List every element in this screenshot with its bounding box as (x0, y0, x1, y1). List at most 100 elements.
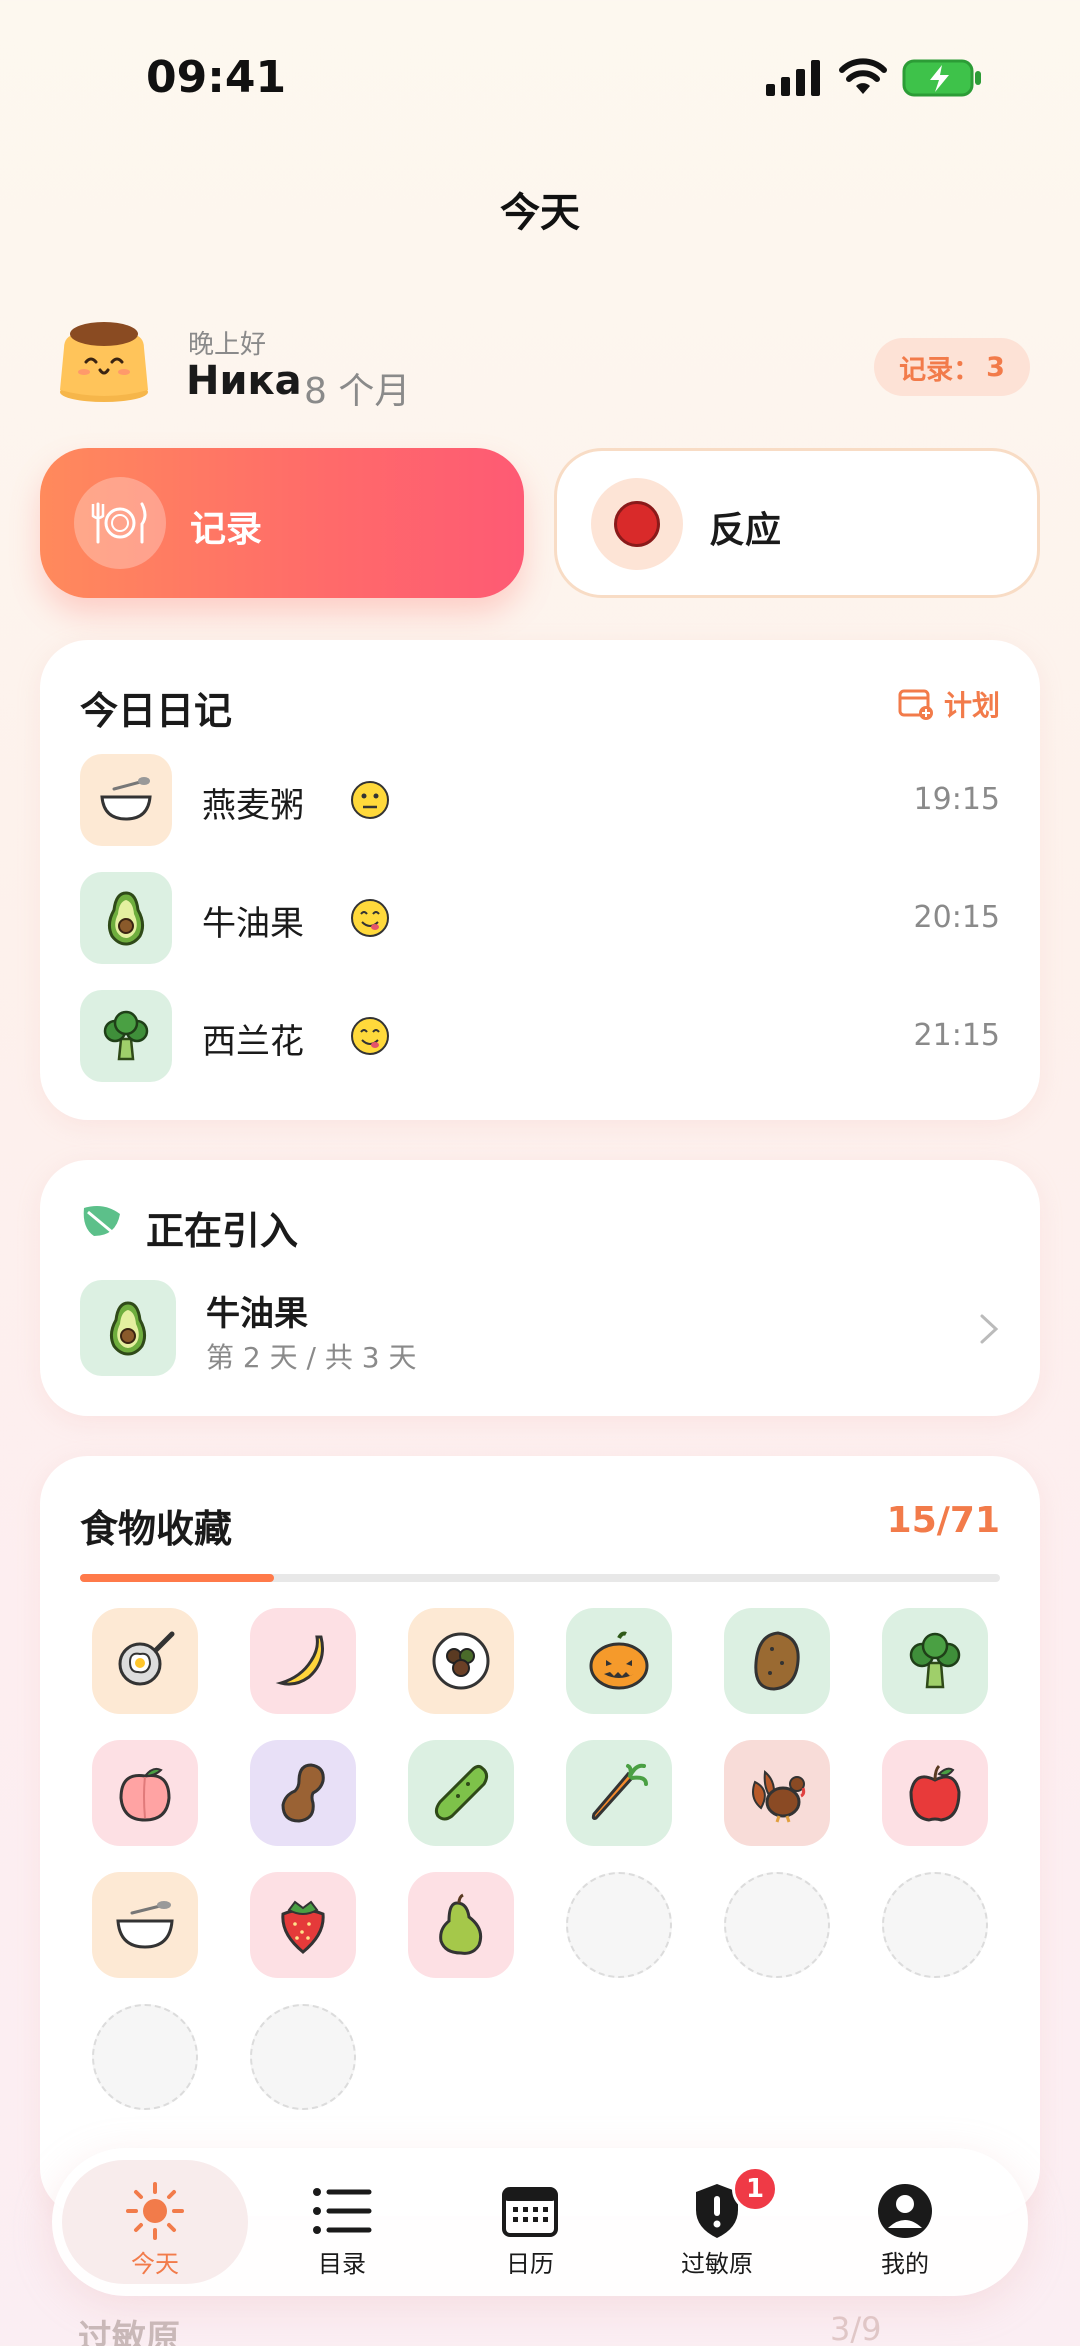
broccoli-icon (909, 1632, 961, 1689)
allergen-section-count: 3/9 (830, 2310, 882, 2346)
collection-title: 食物收藏 (80, 1507, 233, 1551)
collected-food-fried-egg-icon[interactable] (92, 1608, 198, 1714)
calendar-icon (499, 2180, 561, 2242)
introducing-title: 正在引入 (146, 1209, 299, 1253)
tab-allergens[interactable]: 1 过敏原 (624, 2160, 810, 2284)
leaf-icon (83, 1206, 120, 1236)
potato-icon (754, 1631, 800, 1691)
chevron-right-icon (980, 1314, 999, 1344)
tab-profile-label: 我的 (881, 2250, 929, 2278)
pear-icon (439, 1893, 483, 1955)
tab-today-label: 今天 (131, 2250, 179, 2278)
avocado-icon (80, 872, 172, 964)
collected-food-pear-icon[interactable] (408, 1872, 514, 1978)
collected-food-pumpkin-icon[interactable] (566, 1608, 672, 1714)
allergen-badge: 1 (732, 2166, 778, 2212)
carrot-icon (591, 1763, 648, 1820)
reaction-dot-icon (591, 478, 683, 570)
porridge-bowl-icon (80, 754, 172, 846)
diary-entry-name: 牛油果 (202, 904, 304, 944)
diary-entry-name: 西兰花 (202, 1022, 304, 1062)
collected-food-turkey-icon[interactable] (724, 1740, 830, 1846)
cellular-signal-icon (766, 60, 820, 96)
collected-food-strawberry-icon[interactable] (250, 1872, 356, 1978)
collected-food-cucumber-icon[interactable] (408, 1740, 514, 1846)
wifi-icon (839, 58, 887, 94)
diary-title: 今日日记 (80, 689, 233, 733)
diary-entry[interactable]: 西兰花 21:15 (80, 990, 1000, 1082)
sun-icon (124, 2180, 186, 2242)
tab-catalog[interactable]: 目录 (249, 2160, 435, 2284)
diary-entry-name: 燕麦粥 (202, 786, 304, 826)
collected-food-porridge-bowl-icon[interactable] (92, 1872, 198, 1978)
collected-food-apple-icon[interactable] (882, 1740, 988, 1846)
pudding-avatar-icon (60, 322, 148, 402)
peanut-icon (281, 1763, 325, 1823)
broccoli-icon (80, 990, 172, 1082)
plan-link[interactable]: 计划 (898, 684, 1000, 724)
food-collection-card: 食物收藏 15/71 (40, 1456, 1040, 2216)
baby-age: 8 个月 (304, 371, 411, 412)
records-label: 记录： (899, 354, 981, 386)
yummy-face-icon (351, 899, 389, 937)
list-icon (311, 2180, 373, 2242)
records-count: 3 (986, 351, 1005, 383)
tab-today[interactable]: 今天 (62, 2160, 248, 2284)
baby-name: Ника (186, 358, 302, 404)
introducing-card[interactable]: 正在引入 牛油果 第 2 天 / 共 3 天 (40, 1160, 1040, 1416)
collected-food-carrot-icon[interactable] (566, 1740, 672, 1846)
battery-icon (902, 59, 981, 97)
diary-entry[interactable]: 牛油果 20:15 (80, 872, 1000, 964)
diary-card: 今日日记 计划 燕麦粥 19:15 牛油果 20:15 西兰花 21:15 (40, 640, 1040, 1120)
status-bar: 09:41 (0, 0, 1080, 150)
collected-food-potato-icon[interactable] (724, 1608, 830, 1714)
greeting-salutation: 晚上好 (188, 330, 267, 360)
status-time: 09:41 (146, 52, 287, 103)
tab-calendar-label: 日历 (506, 2250, 554, 2278)
porridge-bowl-icon (116, 1901, 174, 1949)
tab-calendar[interactable]: 日历 (437, 2160, 623, 2284)
turkey-icon (752, 1770, 806, 1823)
empty-food-slot (92, 2004, 198, 2110)
reaction-button[interactable]: 反应 (554, 448, 1040, 598)
tab-profile[interactable]: 我的 (812, 2160, 998, 2284)
pumpkin-icon (589, 1631, 649, 1690)
collection-progress-bar (80, 1574, 1000, 1582)
collected-food-beans-plate-icon[interactable] (408, 1608, 514, 1714)
collection-progress-fill (80, 1574, 275, 1582)
peach-icon (119, 1767, 171, 1822)
tab-catalog-label: 目录 (318, 2250, 366, 2278)
strawberry-icon (281, 1900, 325, 1954)
cucumber-icon (434, 1764, 489, 1821)
collected-food-banana-icon[interactable] (250, 1608, 356, 1714)
yummy-face-icon (351, 1017, 389, 1055)
collected-food-broccoli-icon[interactable] (882, 1608, 988, 1714)
apple-icon (909, 1764, 961, 1822)
record-button-label: 记录 (190, 509, 263, 550)
empty-food-slot (250, 2004, 356, 2110)
collected-food-peach-icon[interactable] (92, 1740, 198, 1846)
empty-food-slot (882, 1872, 988, 1978)
introducing-progress: 第 2 天 / 共 3 天 (206, 1341, 417, 1374)
fried-egg-icon (118, 1631, 175, 1686)
profile-icon (874, 2180, 936, 2242)
allergen-section-title: 过敏原 (78, 2318, 180, 2346)
empty-food-slot (566, 1872, 672, 1978)
plate-cutlery-icon (74, 477, 166, 569)
page-title: 今天 (500, 190, 580, 236)
introducing-food-name: 牛油果 (206, 1294, 308, 1334)
banana-icon (275, 1635, 324, 1686)
collection-count: 15/71 (886, 1500, 1000, 1541)
diary-entry-time: 20:15 (913, 900, 1000, 935)
plan-label: 计划 (943, 689, 1000, 722)
diary-entry[interactable]: 燕麦粥 19:15 (80, 754, 1000, 846)
tab-allergens-label: 过敏原 (681, 2250, 753, 2278)
record-button[interactable]: 记录 (40, 448, 524, 598)
reaction-button-label: 反应 (709, 510, 782, 551)
avocado-icon (80, 1280, 176, 1376)
calendar-plus-icon (898, 689, 933, 720)
records-count-badge[interactable]: 记录： 3 (874, 338, 1030, 396)
collected-food-peanut-icon[interactable] (250, 1740, 356, 1846)
empty-food-slot (724, 1872, 830, 1978)
beans-plate-icon (432, 1632, 490, 1690)
